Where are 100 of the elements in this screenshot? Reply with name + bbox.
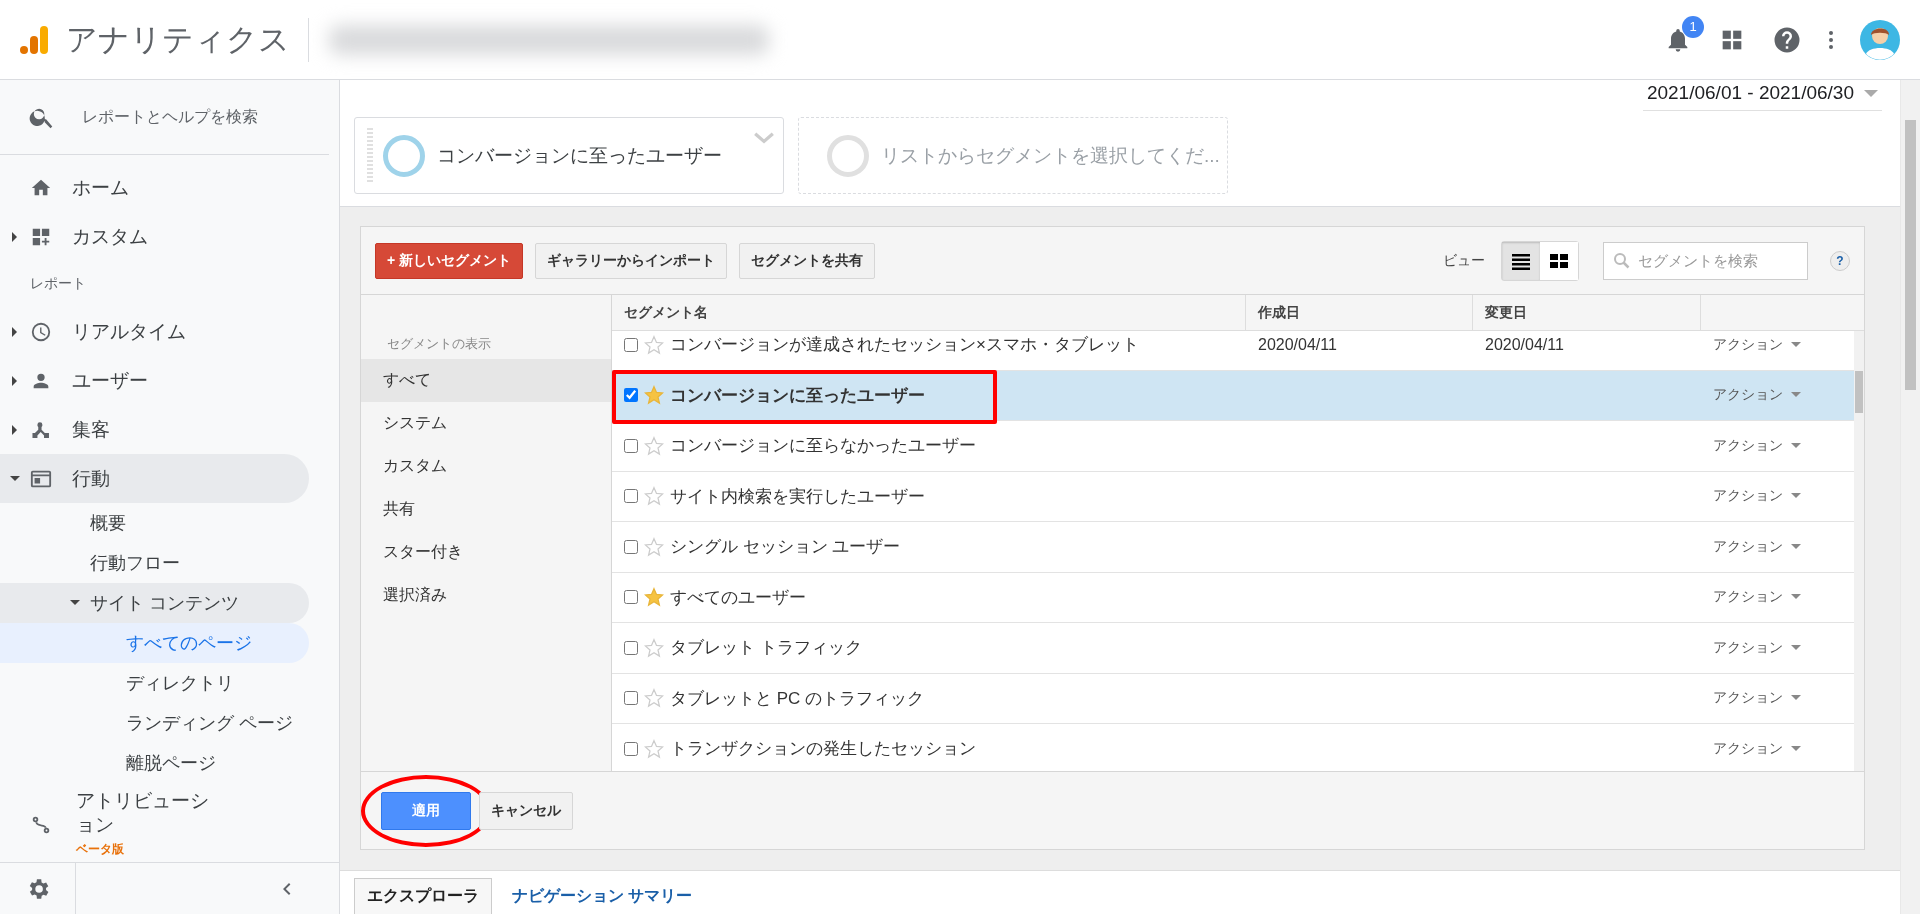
section-heading: レポート	[29, 274, 87, 293]
nav-item[interactable]: アトリビューション	[76, 789, 226, 837]
caret-down-icon	[1791, 541, 1801, 552]
toolbar-button[interactable]: ギャラリーからインポート	[535, 242, 728, 279]
action-menu[interactable]: アクション	[1713, 739, 1801, 758]
action-menu[interactable]: アクション	[1713, 689, 1801, 708]
grid-view-button[interactable]	[1540, 241, 1578, 280]
action-menu[interactable]: アクション	[1713, 335, 1801, 354]
filter-item[interactable]: すべて	[361, 359, 611, 402]
filter-heading: セグメントの表示	[386, 335, 492, 353]
segment-row[interactable]: コンバージョンが達成されたセッション×スマホ・タブレット 2020/04/11 2020/04/11 アクション	[612, 331, 1854, 371]
segment-row[interactable]: サイト内検索を実行したユーザー アクション	[612, 471, 1854, 522]
created-date: 2020/04/11	[1258, 335, 1337, 354]
segment-row[interactable]: シングル セッション ユーザー アクション	[612, 522, 1854, 573]
star-icon[interactable]	[644, 486, 664, 507]
nav-item[interactable]: 行動フロー	[0, 543, 309, 583]
caret-right-icon	[10, 326, 20, 337]
caret-down-icon	[1791, 440, 1801, 451]
help-button[interactable]: ?	[1830, 250, 1850, 271]
analytics-logo	[18, 23, 50, 56]
checkbox[interactable]	[624, 388, 638, 403]
scrollbar[interactable]	[1854, 331, 1864, 771]
star-icon[interactable]	[644, 435, 664, 456]
segment-row[interactable]: コンバージョンに至ったユーザー アクション	[612, 370, 1854, 421]
segment-name: トランザクションの発生したセッション	[670, 738, 976, 761]
modified-date: 2020/04/11	[1485, 335, 1564, 354]
segment-row[interactable]: コンバージョンに至らなかったユーザー アクション	[612, 421, 1854, 472]
clock-icon	[30, 320, 52, 343]
path-icon	[30, 814, 52, 836]
filter-item[interactable]: 共有	[361, 488, 611, 531]
more-vertical-icon[interactable]	[1828, 29, 1834, 50]
caret-right-icon	[10, 375, 20, 386]
checkbox[interactable]	[624, 438, 638, 453]
toolbar-button[interactable]: セグメントを共有	[739, 242, 876, 279]
filter-item[interactable]: カスタム	[361, 445, 611, 488]
nav-item[interactable]: ホーム	[0, 163, 309, 212]
nav-item[interactable]: ユーザー	[0, 356, 309, 405]
nav-item[interactable]: サイト コンテンツ	[0, 583, 309, 623]
segment-row[interactable]: タブレット トラフィック アクション	[612, 623, 1854, 674]
action-menu[interactable]: アクション	[1713, 638, 1801, 657]
checkbox[interactable]	[624, 539, 638, 554]
ring-icon	[827, 134, 869, 177]
star-icon[interactable]	[644, 334, 664, 355]
nav-item[interactable]: カスタム	[0, 212, 309, 261]
cancel-button[interactable]: キャンセル	[479, 791, 573, 830]
avatar[interactable]	[1860, 19, 1900, 60]
filter-item[interactable]: 選択済み	[361, 574, 611, 617]
new-segment-button[interactable]: + 新しいセグメント	[375, 242, 524, 279]
segment-row[interactable]: タブレットと PC のトラフィック アクション	[612, 673, 1854, 724]
notification-count: 1	[1682, 15, 1704, 38]
star-icon[interactable]	[644, 385, 664, 406]
caret-down-icon	[70, 598, 80, 608]
nav-item[interactable]: 概要	[0, 503, 309, 543]
checkbox[interactable]	[624, 741, 638, 756]
nav-item[interactable]: 離脱ページ	[0, 743, 309, 783]
filter-item[interactable]: スター付き	[361, 531, 611, 574]
segment-name: シングル セッション ユーザー	[670, 536, 901, 559]
action-menu[interactable]: アクション	[1713, 436, 1801, 455]
caret-down-icon	[1791, 743, 1801, 754]
segment-name: すべてのユーザー	[670, 586, 806, 609]
star-icon[interactable]	[644, 536, 664, 557]
nav-item[interactable]: 行動	[0, 454, 309, 503]
segment-row[interactable]: すべてのユーザー アクション	[612, 572, 1854, 623]
checkbox[interactable]	[624, 337, 638, 352]
column-header: 作成日	[1258, 303, 1300, 322]
column-header: 変更日	[1485, 303, 1527, 322]
action-menu[interactable]: アクション	[1713, 487, 1801, 506]
nav-item[interactable]: ディレクトリ	[0, 663, 309, 703]
nav-item[interactable]: 集客	[0, 405, 309, 454]
date-range-picker[interactable]: 2021/06/01 - 2021/06/30	[1642, 80, 1882, 111]
star-icon[interactable]	[644, 637, 664, 658]
search-icon	[1613, 251, 1631, 270]
tab[interactable]: ナビゲーション サマリー	[500, 878, 705, 914]
action-menu[interactable]: アクション	[1713, 588, 1801, 607]
checkbox[interactable]	[624, 590, 638, 605]
nav-item[interactable]: すべてのページ	[0, 623, 309, 663]
nav-item[interactable]: ランディング ページ	[0, 703, 309, 743]
star-icon[interactable]	[644, 738, 664, 759]
checkbox[interactable]	[624, 640, 638, 655]
star-icon[interactable]	[644, 587, 664, 608]
beta-label: ベータ版	[76, 841, 125, 858]
segment-search-field[interactable]: セグメントを検索	[1603, 241, 1808, 280]
filter-item[interactable]: システム	[361, 402, 611, 445]
action-menu[interactable]: アクション	[1713, 537, 1801, 556]
app-title: アナリティクス	[66, 17, 309, 62]
page-scrollbar[interactable]	[1900, 80, 1920, 914]
action-menu[interactable]: アクション	[1713, 386, 1801, 405]
segment-slot[interactable]: コンバージョンに至ったユーザー	[354, 117, 784, 194]
nav-item[interactable]: リアルタイム	[0, 307, 309, 356]
segment-name: コンバージョンに至らなかったユーザー	[670, 435, 976, 458]
checkbox[interactable]	[624, 691, 638, 706]
caret-right-icon	[10, 424, 20, 435]
star-icon[interactable]	[644, 688, 664, 709]
report-search-field[interactable]: レポートとヘルプを検索	[80, 107, 320, 127]
tab[interactable]: エクスプローラ	[354, 878, 492, 914]
segment-name: タブレット トラフィック	[670, 637, 862, 660]
checkbox[interactable]	[624, 489, 638, 504]
list-view-button[interactable]	[1502, 241, 1540, 280]
ring-icon	[383, 134, 425, 177]
view-label: ビュー	[1443, 251, 1485, 270]
